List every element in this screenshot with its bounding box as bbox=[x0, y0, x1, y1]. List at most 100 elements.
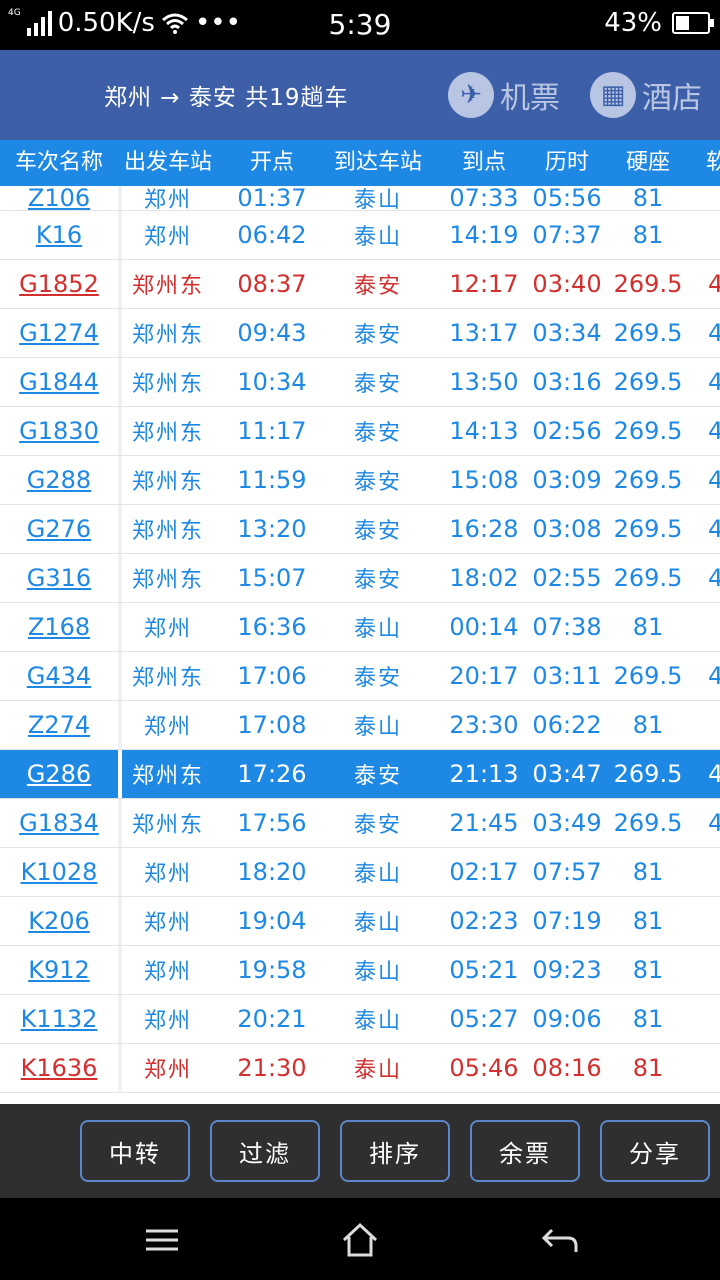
duration: 02:55 bbox=[532, 564, 602, 592]
departure-time: 17:06 bbox=[237, 662, 307, 690]
battery-fill bbox=[676, 16, 689, 30]
battery-percent: 43% bbox=[604, 8, 662, 38]
hard-seat-price: 269.5 bbox=[613, 760, 683, 788]
col-duration[interactable]: 历时 bbox=[538, 140, 596, 186]
share-button[interactable]: 分享 bbox=[600, 1120, 710, 1182]
train-number-link[interactable]: K206 bbox=[0, 897, 118, 945]
home-icon[interactable] bbox=[338, 1218, 382, 1262]
train-number-link[interactable]: G1844 bbox=[0, 358, 118, 406]
filter-button[interactable]: 过滤 bbox=[210, 1120, 320, 1182]
departure-time: 11:17 bbox=[237, 417, 307, 445]
duration: 08:16 bbox=[532, 1054, 602, 1082]
status-right: 43% bbox=[604, 8, 714, 38]
soft-seat-price: 4 bbox=[708, 319, 720, 347]
train-number-link[interactable]: K1028 bbox=[0, 848, 118, 896]
departure-station: 郑州东 bbox=[131, 764, 204, 789]
arrival-time: 23:30 bbox=[449, 711, 519, 739]
table-row[interactable]: K206 郑州 19:04 泰山 02:23 07:19 81 bbox=[0, 897, 720, 946]
departure-time: 19:04 bbox=[237, 907, 307, 935]
table-row[interactable]: G276 郑州东 13:20 泰安 16:28 03:08 269.5 4 bbox=[0, 505, 720, 554]
table-row[interactable]: Z274 郑州 17:08 泰山 23:30 06:22 81 bbox=[0, 701, 720, 750]
table-row[interactable]: K16 郑州 06:42 泰山 14:19 07:37 81 bbox=[0, 211, 720, 260]
table-row[interactable]: G1830 郑州东 11:17 泰安 14:13 02:56 269.5 4 bbox=[0, 407, 720, 456]
duration: 09:23 bbox=[532, 956, 602, 984]
train-number-link[interactable]: G1834 bbox=[0, 799, 118, 847]
table-row[interactable]: K1132 郑州 20:21 泰山 05:27 09:06 81 bbox=[0, 995, 720, 1044]
arrival-station: 泰安 bbox=[353, 519, 402, 544]
table-row[interactable]: G1834 郑州东 17:56 泰安 21:45 03:49 269.5 4 bbox=[0, 799, 720, 848]
table-row[interactable]: Z168 郑州 16:36 泰山 00:14 07:38 81 bbox=[0, 603, 720, 652]
train-number-link[interactable]: G276 bbox=[0, 505, 118, 553]
arrival-station: 泰山 bbox=[353, 1058, 402, 1083]
train-number-link[interactable]: G288 bbox=[0, 456, 118, 504]
remaining-tickets-button[interactable]: 余票 bbox=[470, 1120, 580, 1182]
menu-icon[interactable] bbox=[140, 1218, 184, 1262]
duration: 03:47 bbox=[532, 760, 602, 788]
col-from[interactable]: 出发车站 bbox=[118, 140, 218, 186]
arrival-time: 05:21 bbox=[449, 956, 519, 984]
hard-seat-price: 81 bbox=[632, 956, 664, 984]
col-soft[interactable]: 软 bbox=[706, 140, 720, 186]
table-row[interactable]: G1852 郑州东 08:37 泰安 12:17 03:40 269.5 4 bbox=[0, 260, 720, 309]
table-row[interactable]: Z106 郑州 01:37 泰山 07:33 05:56 81 bbox=[0, 186, 720, 213]
table-row[interactable]: K912 郑州 19:58 泰山 05:21 09:23 81 bbox=[0, 946, 720, 995]
duration: 09:06 bbox=[532, 1005, 602, 1033]
departure-time: 19:58 bbox=[237, 956, 307, 984]
train-number-link[interactable]: G1274 bbox=[0, 309, 118, 357]
soft-seat-price bbox=[708, 848, 720, 896]
arrival-station: 泰山 bbox=[353, 960, 402, 985]
table-row[interactable]: G286 郑州东 17:26 泰安 21:13 03:47 269.5 4 bbox=[0, 750, 720, 799]
train-number-link[interactable]: K1636 bbox=[0, 1044, 118, 1092]
table-row[interactable]: G316 郑州东 15:07 泰安 18:02 02:55 269.5 4 bbox=[0, 554, 720, 603]
train-number-link[interactable]: G316 bbox=[0, 554, 118, 602]
train-number-link[interactable]: K912 bbox=[0, 946, 118, 994]
col-to[interactable]: 到达车站 bbox=[326, 140, 430, 186]
departure-time: 15:07 bbox=[237, 564, 307, 592]
train-number-link[interactable]: G286 bbox=[0, 750, 118, 798]
departure-station: 郑州 bbox=[143, 225, 192, 250]
hard-seat-price: 269.5 bbox=[613, 662, 683, 690]
arrival-station: 泰山 bbox=[353, 188, 402, 213]
hotel-button[interactable]: ▦ 酒店 bbox=[590, 68, 702, 122]
hotel-label: 酒店 bbox=[642, 81, 702, 116]
arrival-station: 泰安 bbox=[353, 274, 402, 299]
sort-button[interactable]: 排序 bbox=[340, 1120, 450, 1182]
table-row[interactable]: K1636 郑州 21:30 泰山 05:46 08:16 81 bbox=[0, 1044, 720, 1093]
duration: 07:57 bbox=[532, 858, 602, 886]
departure-station: 郑州 bbox=[143, 1009, 192, 1034]
col-hard-seat[interactable]: 硬座 bbox=[596, 140, 700, 186]
back-icon[interactable] bbox=[538, 1218, 582, 1262]
soft-seat-price: 4 bbox=[708, 368, 720, 396]
train-number-link[interactable]: G1830 bbox=[0, 407, 118, 455]
train-number-link[interactable]: G1852 bbox=[0, 260, 118, 308]
train-number-link[interactable]: K1132 bbox=[0, 995, 118, 1043]
train-number-link[interactable]: Z168 bbox=[0, 603, 118, 651]
arrival-time: 05:27 bbox=[449, 1005, 519, 1033]
departure-station: 郑州东 bbox=[131, 421, 204, 446]
table-row[interactable]: G1274 郑州东 09:43 泰安 13:17 03:34 269.5 4 bbox=[0, 309, 720, 358]
hotel-icon: ▦ bbox=[590, 72, 636, 118]
departure-station: 郑州东 bbox=[131, 568, 204, 593]
table-row[interactable]: G1844 郑州东 10:34 泰安 13:50 03:16 269.5 4 bbox=[0, 358, 720, 407]
departure-time: 20:21 bbox=[237, 1005, 307, 1033]
train-number-link[interactable]: K16 bbox=[0, 211, 118, 259]
departure-station: 郑州东 bbox=[131, 519, 204, 544]
col-dep[interactable]: 开点 bbox=[218, 140, 326, 186]
train-number-link[interactable]: Z106 bbox=[0, 186, 118, 212]
train-number-link[interactable]: G434 bbox=[0, 652, 118, 700]
table-row[interactable]: G434 郑州东 17:06 泰安 20:17 03:11 269.5 4 bbox=[0, 652, 720, 701]
departure-station: 郑州东 bbox=[131, 323, 204, 348]
flight-button[interactable]: ✈ 机票 bbox=[448, 68, 560, 122]
duration: 03:16 bbox=[532, 368, 602, 396]
route-title: 郑州 → 泰安 共19趟车 bbox=[104, 85, 349, 111]
table-row[interactable]: G288 郑州东 11:59 泰安 15:08 03:09 269.5 4 bbox=[0, 456, 720, 505]
col-arr[interactable]: 到点 bbox=[430, 140, 538, 186]
train-number-link[interactable]: Z274 bbox=[0, 701, 118, 749]
hard-seat-price: 269.5 bbox=[613, 319, 683, 347]
departure-station: 郑州东 bbox=[131, 274, 204, 299]
arrival-station: 泰山 bbox=[353, 617, 402, 642]
transfer-button[interactable]: 中转 bbox=[80, 1120, 190, 1182]
table-row[interactable]: K1028 郑州 18:20 泰山 02:17 07:57 81 bbox=[0, 848, 720, 897]
soft-seat-price: 4 bbox=[708, 760, 720, 788]
col-train[interactable]: 车次名称 bbox=[0, 140, 118, 186]
